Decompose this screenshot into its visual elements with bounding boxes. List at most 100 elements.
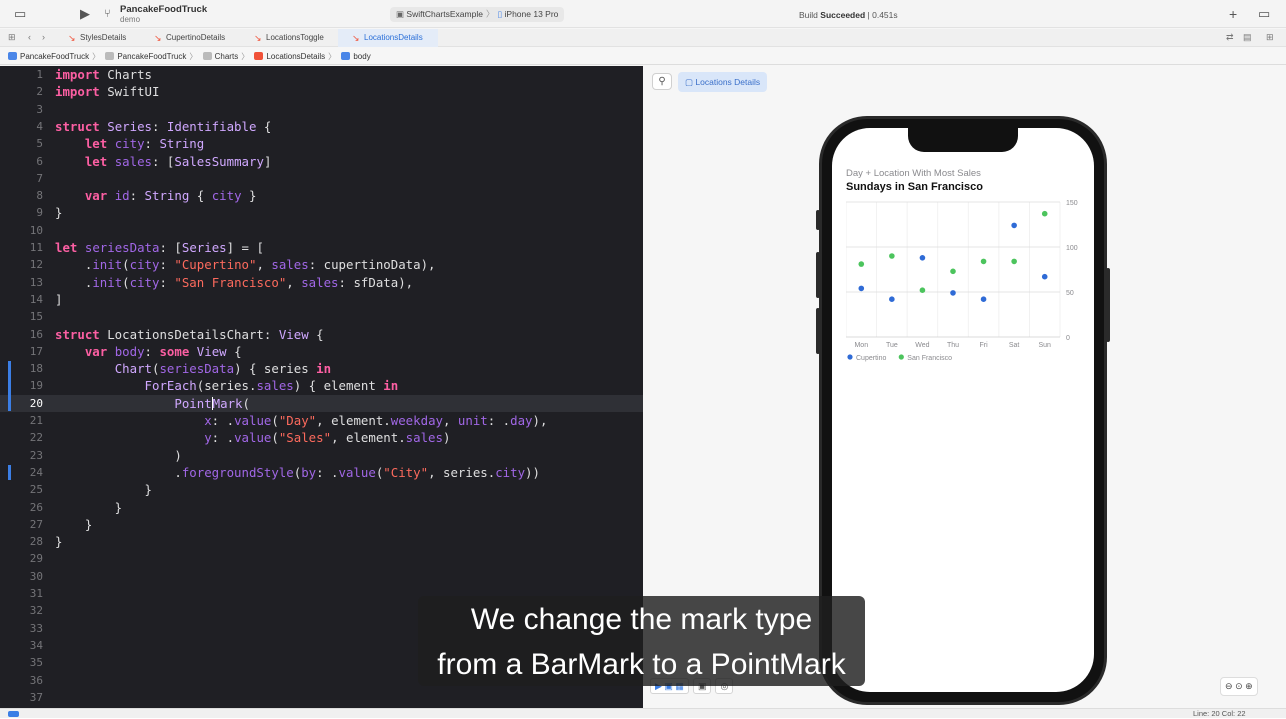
code-line[interactable]: 15: [0, 308, 643, 325]
code-line[interactable]: 37: [0, 689, 643, 706]
code-line[interactable]: 12 .init(city: "Cupertino", sales: cuper…: [0, 256, 643, 273]
line-number: 27: [29, 517, 43, 531]
sidebar-toggle-icon[interactable]: ▭: [14, 6, 26, 22]
tab-locations-toggle[interactable]: ↘ LocationsToggle: [252, 29, 342, 47]
project-icon: [8, 52, 17, 60]
zoom-out-icon[interactable]: ⊖: [1225, 681, 1233, 691]
add-icon[interactable]: +: [1229, 6, 1237, 22]
code-line[interactable]: 28}: [0, 533, 643, 550]
inspector-toggle-icon[interactable]: ▭: [1258, 6, 1270, 22]
code-line[interactable]: 25 }: [0, 481, 643, 498]
breadcrumb-item[interactable]: LocationsDetails: [266, 52, 325, 61]
chevron-right-icon: 〉: [328, 52, 337, 61]
scheme-selector[interactable]: ▣ SwiftChartsExample 〉 ▯ iPhone 13 Pro: [390, 7, 565, 22]
code-line[interactable]: 8 var id: String { city }: [0, 187, 643, 204]
code-line[interactable]: 30: [0, 568, 643, 585]
code-text: var id: String { city }: [84, 188, 257, 204]
line-number: 10: [29, 223, 43, 237]
tab-cupertino-details[interactable]: ↘ CupertinoDetails: [152, 29, 244, 47]
code-line[interactable]: 10: [0, 222, 643, 239]
data-point: [889, 253, 895, 259]
code-line[interactable]: 29: [0, 550, 643, 567]
code-line[interactable]: 3: [0, 101, 643, 118]
tab-label: LocationsDetails: [364, 33, 423, 42]
line-number: 17: [29, 344, 43, 358]
data-point: [950, 290, 956, 296]
data-point: [919, 287, 926, 293]
line-number: 20: [29, 396, 43, 410]
line-number: 29: [29, 552, 43, 566]
line-number: 33: [29, 621, 43, 635]
code-text: .init(city: "Cupertino", sales: cupertin…: [55, 257, 436, 273]
breadcrumb-item[interactable]: Charts: [215, 52, 239, 61]
code-line[interactable]: 20 PointMark(: [0, 394, 643, 412]
line-number: 30: [29, 569, 43, 583]
code-line[interactable]: 23 ): [0, 447, 643, 464]
breadcrumb-item[interactable]: body: [353, 52, 370, 61]
breadcrumb-item[interactable]: PancakeFoodTruck: [20, 52, 89, 61]
change-marker[interactable]: [8, 464, 11, 481]
code-text: import Charts: [55, 67, 152, 82]
change-marker[interactable]: [8, 361, 11, 411]
code-line[interactable]: 13 .init(city: "San Francisco", sales: s…: [0, 274, 643, 291]
code-line[interactable]: 14]: [0, 291, 643, 308]
code-line[interactable]: 24 .foregroundStyle(by: .value("City", s…: [0, 464, 643, 481]
swift-file-icon: ↘: [254, 33, 262, 43]
code-text: import SwiftUI: [55, 84, 160, 100]
data-point: [1011, 258, 1017, 265]
zoom-in-icon[interactable]: ⊕: [1245, 681, 1253, 691]
code-text: .init(city: "San Francisco", sales: sfDa…: [55, 274, 414, 290]
code-line[interactable]: 17 var body: some View {: [0, 343, 643, 360]
code-text: }: [55, 205, 63, 221]
line-number: 31: [29, 587, 43, 600]
chevron-right-icon: 〉: [241, 52, 250, 61]
swift-file-icon: ↘: [154, 33, 162, 43]
split-editor-icon[interactable]: ▤: [1243, 32, 1252, 43]
debug-area-toggle-icon[interactable]: [8, 711, 19, 717]
code-line[interactable]: 5 let city: String: [0, 135, 643, 152]
code-line[interactable]: 7: [0, 170, 643, 187]
code-line[interactable]: 16 struct LocationsDetailsChart: View {: [0, 326, 643, 343]
code-text: struct Series: Identifiable {: [55, 118, 272, 134]
refresh-icon[interactable]: ⇄: [1226, 32, 1234, 43]
code-line[interactable]: 18 Chart(seriesData) { series in: [0, 360, 643, 377]
tab-locations-details[interactable]: ↘ LocationsDetails: [338, 29, 438, 47]
code-line[interactable]: 11 let seriesData: [Series] = [: [0, 239, 643, 256]
preview-locations-details-button[interactable]: ▢ Locations Details: [678, 72, 768, 92]
code-text: let seriesData: [Series] = [: [55, 240, 264, 255]
run-icon[interactable]: ▶: [80, 6, 90, 22]
data-point: [950, 268, 956, 275]
breadcrumb-item[interactable]: PancakeFoodTruck: [117, 52, 186, 61]
line-number: 14: [29, 292, 43, 306]
project-title[interactable]: PancakeFoodTruck demo: [120, 4, 207, 25]
legend-label: San Francisco: [907, 355, 952, 362]
build-status: Build Succeeded | 0.451s: [799, 10, 898, 20]
code-line[interactable]: 9}: [0, 204, 643, 221]
code-text: let sales: [SalesSummary]: [84, 153, 272, 169]
code-line[interactable]: 21 x: .value("Day", element.weekday, uni…: [0, 412, 643, 429]
pin-icon[interactable]: ⚲: [652, 73, 672, 90]
code-line[interactable]: 2 import SwiftUI: [0, 83, 643, 100]
code-text: .foregroundStyle(by: .value("City", seri…: [55, 464, 540, 480]
code-text: Chart(seriesData) { series in: [114, 361, 332, 377]
back-icon[interactable]: ‹: [28, 32, 31, 42]
code-line[interactable]: 22 y: .value("Sales", element.sales): [0, 429, 643, 446]
caption-line-1: We change the mark type: [470, 603, 813, 636]
folder-icon: [105, 52, 115, 60]
line-number: 26: [29, 500, 43, 514]
code-line[interactable]: 6 let sales: [SalesSummary]: [0, 153, 643, 170]
code-text: PointMark(: [174, 395, 250, 411]
grid-icon[interactable]: ⊞: [8, 32, 16, 43]
x-tick-label: Thu: [947, 342, 959, 349]
data-point: [1011, 222, 1017, 229]
code-line[interactable]: 4 struct Series: Identifiable {: [0, 118, 643, 135]
code-line[interactable]: 1 import Charts: [0, 66, 643, 83]
code-line[interactable]: 19 ForEach(series.sales) { element in: [0, 377, 643, 394]
add-editor-icon[interactable]: ⊞: [1266, 32, 1274, 43]
code-line[interactable]: 27 }: [0, 516, 643, 533]
app-icon: ▣: [396, 9, 405, 19]
tab-styles-details[interactable]: ↘ StylesDetails: [66, 29, 156, 47]
zoom-fit-icon[interactable]: ⊙: [1235, 681, 1243, 691]
forward-icon[interactable]: ›: [42, 32, 45, 42]
code-line[interactable]: 26 }: [0, 499, 643, 516]
